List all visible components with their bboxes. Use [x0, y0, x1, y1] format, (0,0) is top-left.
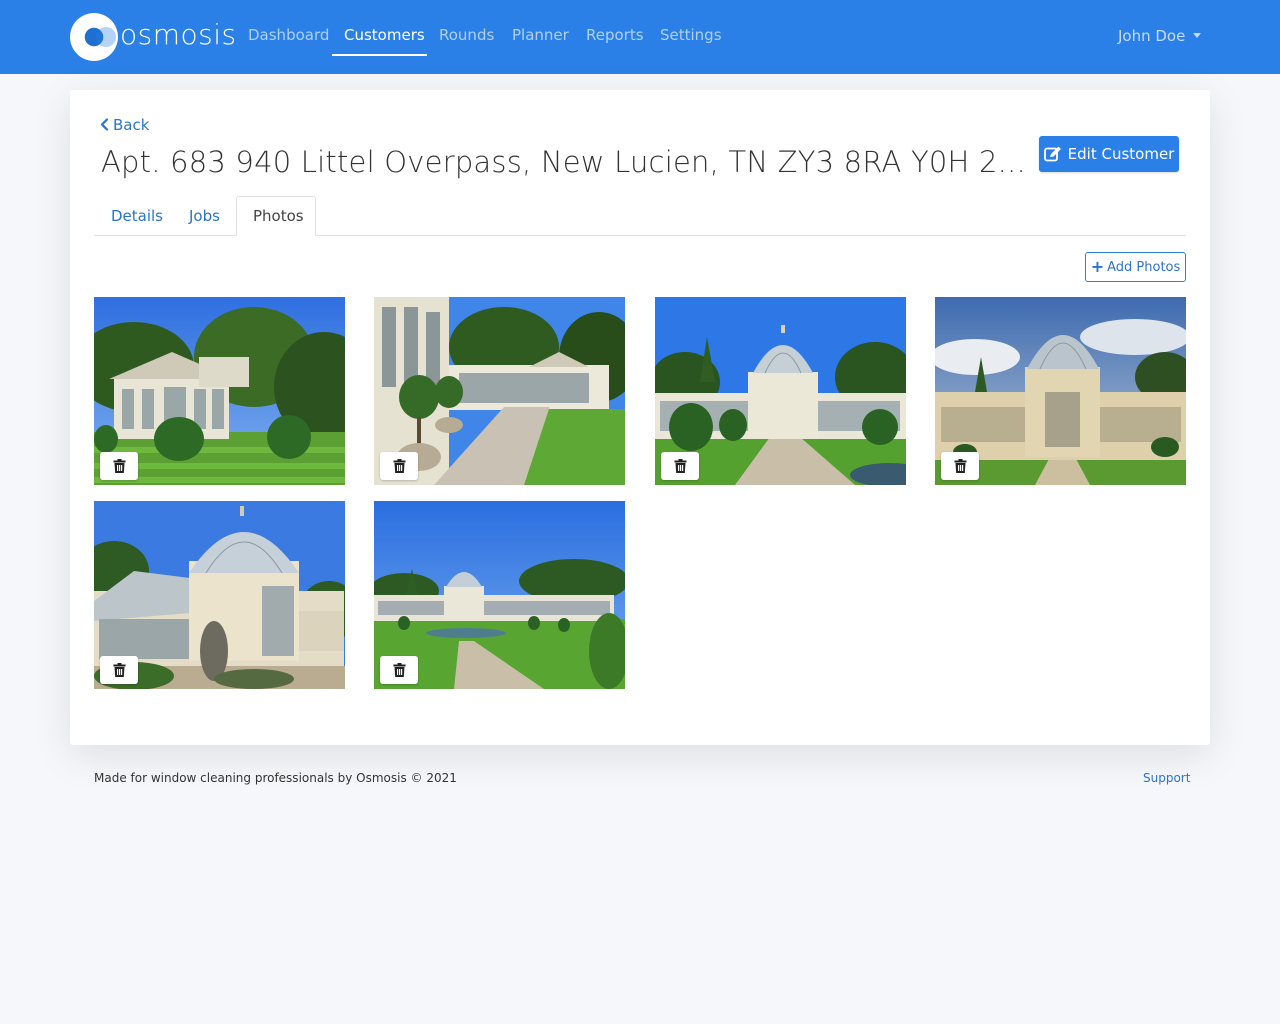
caret-down-icon [1193, 33, 1202, 38]
photo-tile[interactable] [374, 297, 625, 485]
plus-icon: + [1090, 257, 1105, 276]
top-navbar: osmosis Dashboard Customers Rounds Plann… [0, 0, 1280, 74]
brand-name: osmosis [120, 18, 237, 51]
footer-credit: Made for window cleaning professionals b… [94, 771, 457, 785]
photo-tile[interactable] [655, 297, 906, 485]
delete-photo-button[interactable] [661, 452, 699, 480]
delete-photo-button[interactable] [380, 452, 418, 480]
active-nav-indicator [332, 54, 427, 56]
tab-jobs[interactable]: Jobs [189, 207, 220, 225]
user-menu[interactable]: John Doe [1118, 27, 1202, 45]
delete-photo-button[interactable] [941, 452, 979, 480]
delete-photo-button[interactable] [100, 452, 138, 480]
trash-icon [113, 663, 125, 677]
photo-tile[interactable] [935, 297, 1186, 485]
back-label: Back [113, 116, 150, 134]
chevron-left-icon [100, 118, 109, 131]
edit-customer-button[interactable]: Edit Customer [1039, 136, 1179, 172]
page-title: Apt. 683 940 Littel Overpass, New Lucien… [101, 145, 1026, 179]
add-photos-label: Add Photos [1107, 259, 1181, 275]
nav-item-settings[interactable]: Settings [660, 26, 722, 44]
delete-photo-button[interactable] [100, 656, 138, 684]
nav-item-rounds[interactable]: Rounds [439, 26, 494, 44]
nav-item-planner[interactable]: Planner [512, 26, 569, 44]
support-link[interactable]: Support [1143, 771, 1190, 785]
delete-photo-button[interactable] [380, 656, 418, 684]
back-link[interactable]: Back [100, 116, 149, 134]
tab-photos[interactable]: Photos [253, 207, 304, 225]
nav-item-dashboard[interactable]: Dashboard [248, 26, 329, 44]
edit-customer-label: Edit Customer [1067, 145, 1175, 163]
trash-icon [113, 459, 125, 473]
trash-icon [674, 459, 686, 473]
tab-details[interactable]: Details [111, 207, 163, 225]
add-photos-button[interactable]: + Add Photos [1085, 252, 1186, 282]
brand-logo[interactable]: osmosis [70, 13, 236, 61]
edit-icon [1043, 146, 1061, 162]
photo-tile[interactable] [374, 501, 625, 689]
osmosis-logo-icon [70, 13, 118, 61]
nav-item-customers[interactable]: Customers [344, 26, 425, 44]
photo-tile[interactable] [94, 297, 345, 485]
user-name: John Doe [1118, 27, 1186, 45]
photo-tile[interactable] [94, 501, 345, 689]
trash-icon [393, 459, 405, 473]
trash-icon [954, 459, 966, 473]
nav-item-reports[interactable]: Reports [586, 26, 644, 44]
trash-icon [393, 663, 405, 677]
